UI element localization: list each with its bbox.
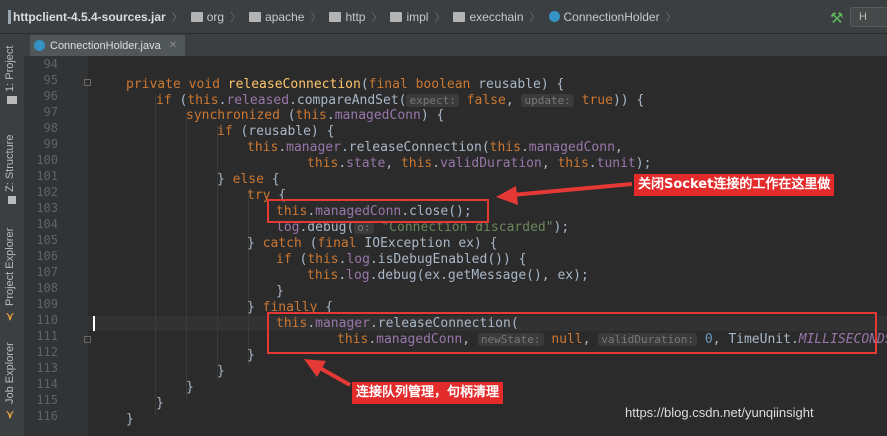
arrow-icon	[496, 182, 633, 205]
annotation-arrows	[304, 182, 633, 387]
watermark: https://blog.csdn.net/yunqiinsight	[625, 405, 814, 420]
arrow-icon	[304, 359, 351, 387]
callout-queue-management: 连接队列管理，句柄清理	[352, 382, 504, 404]
callout-close-socket: 关闭Socket连接的工作在这里做	[634, 174, 835, 196]
